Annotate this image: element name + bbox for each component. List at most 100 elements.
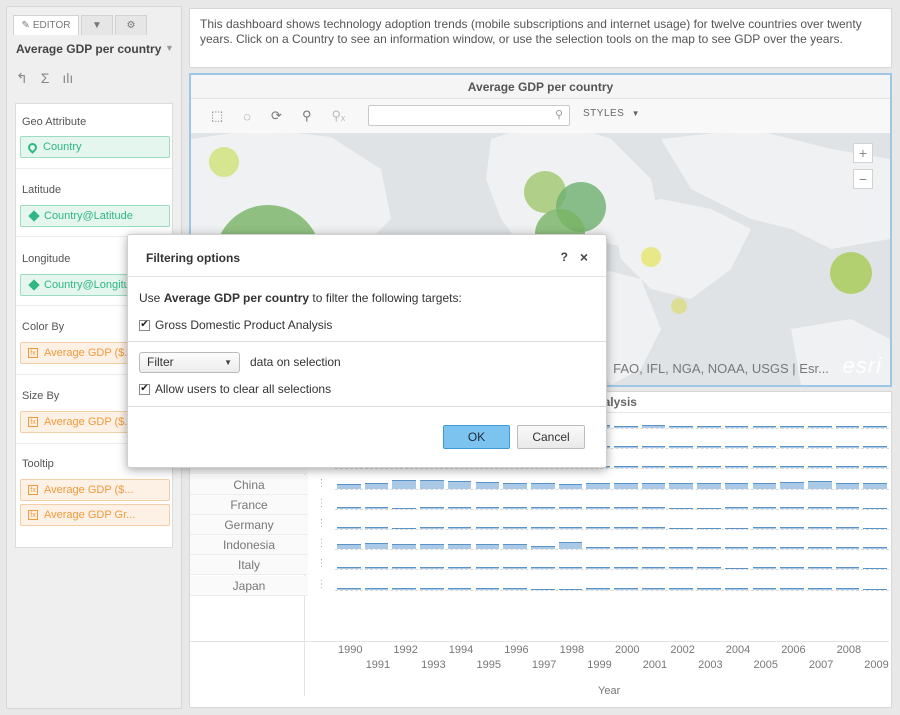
pin-tool-icon[interactable]: ⚲ xyxy=(302,108,312,124)
gdp-bar[interactable] xyxy=(835,547,860,550)
gdp-bar[interactable] xyxy=(447,480,472,489)
tooltip-pill-2[interactable]: fx Average GDP Gr... xyxy=(20,504,170,526)
gdp-bar[interactable] xyxy=(780,466,804,469)
gdp-bar[interactable] xyxy=(614,527,638,529)
gdp-bar[interactable] xyxy=(586,567,610,570)
gdp-bar[interactable] xyxy=(503,587,527,590)
gdp-bar[interactable] xyxy=(697,426,721,428)
gdp-bar[interactable] xyxy=(337,544,361,550)
gdp-bar[interactable] xyxy=(697,482,721,489)
gdp-bar[interactable] xyxy=(447,587,472,590)
gdp-bar[interactable] xyxy=(724,506,749,509)
gdp-bar[interactable] xyxy=(863,466,887,469)
gdp-bar[interactable] xyxy=(724,426,749,428)
gdp-bar[interactable] xyxy=(807,567,832,570)
gdp-bar[interactable] xyxy=(364,506,389,509)
gdp-bar[interactable] xyxy=(835,426,860,428)
gdp-bar[interactable] xyxy=(475,481,500,489)
gdp-bar[interactable] xyxy=(863,426,887,428)
visualization-title[interactable]: Average GDP per country xyxy=(16,42,161,56)
gdp-bar[interactable] xyxy=(752,482,777,489)
gdp-bar[interactable] xyxy=(807,426,832,428)
gdp-bar[interactable] xyxy=(752,466,777,469)
gdp-bar[interactable] xyxy=(863,482,887,489)
swap-axes-icon[interactable]: ↰ xyxy=(16,70,28,87)
circle-select-icon[interactable]: ◌ xyxy=(243,109,251,124)
country-row-label[interactable]: Italy xyxy=(190,555,308,576)
gdp-bar[interactable] xyxy=(724,587,749,590)
gdp-bar[interactable] xyxy=(586,482,610,489)
gdp-bar[interactable] xyxy=(530,588,555,590)
filter-mode-select[interactable]: Filter ▼ xyxy=(139,352,240,373)
gdp-bar[interactable] xyxy=(337,483,361,489)
gdp-bar[interactable] xyxy=(364,543,389,550)
gdp-bar[interactable] xyxy=(669,426,694,428)
gdp-bar[interactable] xyxy=(392,567,417,570)
map-bubble[interactable] xyxy=(641,247,661,267)
gdp-bar[interactable] xyxy=(780,506,804,509)
gdp-bar[interactable] xyxy=(863,568,887,570)
tooltip-pill-1[interactable]: fx Average GDP ($... xyxy=(20,479,170,501)
country-row-label[interactable]: Germany xyxy=(190,515,308,535)
geo-attribute-pill[interactable]: Country xyxy=(20,136,170,158)
country-row-label[interactable]: Indonesia xyxy=(190,535,308,556)
row-menu-icon[interactable]: ⋮ xyxy=(308,498,335,509)
gdp-bar[interactable] xyxy=(780,481,804,489)
gdp-bar[interactable] xyxy=(558,588,583,590)
gdp-bar[interactable] xyxy=(614,482,638,489)
gdp-bar[interactable] xyxy=(420,479,444,489)
gdp-bar[interactable] xyxy=(420,506,444,509)
target-checkbox-row[interactable]: ✔ Gross Domestic Product Analysis xyxy=(139,318,332,332)
gdp-bar[interactable] xyxy=(863,528,887,529)
gdp-bar[interactable] xyxy=(780,426,804,428)
country-row-label[interactable]: China xyxy=(190,474,308,495)
gdp-bar[interactable] xyxy=(752,506,777,509)
gdp-bar[interactable] xyxy=(503,527,527,529)
map-search-input[interactable]: ⚲ xyxy=(368,105,570,126)
gdp-bar[interactable] xyxy=(807,547,832,550)
gdp-bar[interactable] xyxy=(697,587,721,590)
zoom-in-button[interactable]: + xyxy=(853,143,873,163)
gdp-bar[interactable] xyxy=(586,587,610,590)
latitude-pill[interactable]: Country@Latitude xyxy=(20,205,170,227)
tab-settings[interactable]: ⚙ xyxy=(115,15,147,35)
gdp-bar[interactable] xyxy=(835,506,860,509)
row-menu-icon[interactable]: ⋮ xyxy=(308,579,335,590)
row-menu-icon[interactable]: ⋮ xyxy=(308,558,335,569)
gdp-bar[interactable] xyxy=(392,544,417,550)
gdp-bar[interactable] xyxy=(641,506,666,509)
gdp-bar[interactable] xyxy=(780,446,804,449)
gdp-bar[interactable] xyxy=(614,426,638,428)
gdp-bar[interactable] xyxy=(475,506,500,509)
help-icon[interactable]: ? xyxy=(561,250,568,264)
gdp-bar[interactable] xyxy=(558,567,583,570)
gdp-bar[interactable] xyxy=(697,528,721,529)
gdp-bar[interactable] xyxy=(530,567,555,570)
gdp-bar[interactable] xyxy=(641,466,666,469)
gdp-bar[interactable] xyxy=(697,507,721,509)
gdp-bar[interactable] xyxy=(420,544,444,550)
zoom-out-button[interactable]: − xyxy=(853,169,873,189)
row-menu-icon[interactable]: ⋮ xyxy=(308,538,335,549)
gdp-bar[interactable] xyxy=(863,507,887,509)
gdp-bar[interactable] xyxy=(807,466,832,469)
gdp-bar[interactable] xyxy=(447,506,472,509)
gdp-bar[interactable] xyxy=(724,547,749,550)
gdp-bar[interactable] xyxy=(364,482,389,489)
gdp-bar[interactable] xyxy=(752,547,777,550)
gdp-bar[interactable] xyxy=(697,567,721,570)
gdp-bar[interactable] xyxy=(392,479,417,489)
gdp-bar[interactable] xyxy=(558,527,583,529)
gdp-bar[interactable] xyxy=(807,480,832,489)
country-row-label[interactable]: France xyxy=(190,494,308,515)
tab-filter[interactable]: ▼ xyxy=(81,15,113,35)
lasso-select-icon[interactable]: ⟳ xyxy=(271,108,282,124)
gdp-bar[interactable] xyxy=(780,527,804,529)
gdp-bar[interactable] xyxy=(503,482,527,489)
gdp-bar[interactable] xyxy=(752,446,777,449)
gdp-bar[interactable] xyxy=(364,567,389,570)
gdp-bar[interactable] xyxy=(697,547,721,550)
gdp-bar[interactable] xyxy=(337,587,361,590)
row-menu-icon[interactable]: ⋮ xyxy=(308,518,335,529)
gdp-bar[interactable] xyxy=(641,482,666,489)
